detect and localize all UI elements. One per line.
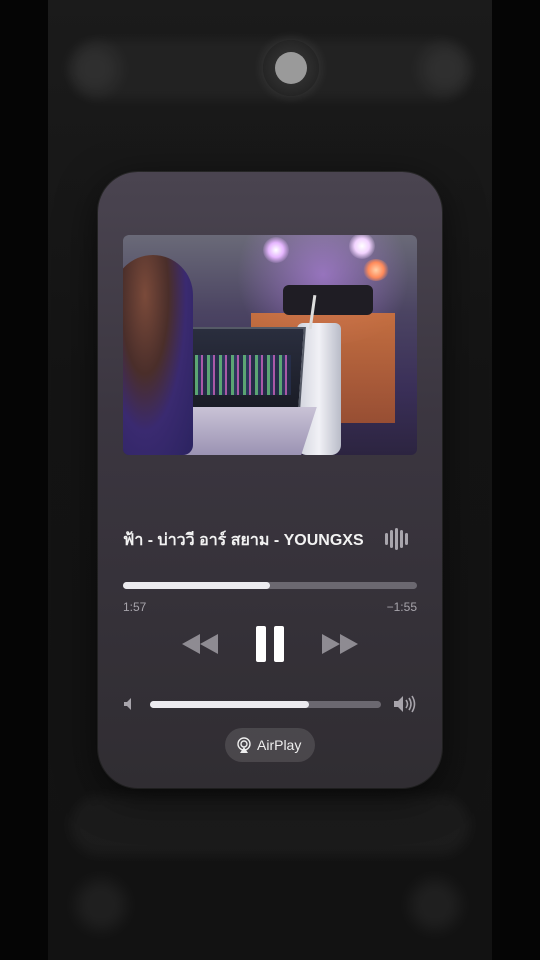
lock-screen: ฟ้า - บ่าววี อาร์ สยาม - YOUNGXS 1:57 −1… <box>0 0 540 960</box>
track-info: ฟ้า - บ่าววี อาร์ สยาม - YOUNGXS <box>123 526 417 554</box>
volume-level-fill <box>150 701 310 708</box>
artwork-lamp <box>263 237 289 263</box>
front-camera <box>275 52 307 84</box>
album-artwork[interactable] <box>123 235 417 455</box>
elapsed-time: 1:57 <box>123 600 147 614</box>
pause-button[interactable] <box>252 622 288 666</box>
playback-scrubber[interactable] <box>123 582 417 589</box>
artwork-laptop-screen <box>195 355 291 395</box>
airplay-icon <box>236 737 252 753</box>
speaker-low-icon <box>123 697 137 711</box>
track-title-text: ฟ้า - บ่าววี อาร์ สยาม - YOUNGXS <box>123 532 364 549</box>
blurred-flashlight-icon <box>76 880 126 930</box>
pause-icon <box>256 626 284 662</box>
artwork-person <box>123 255 193 455</box>
transport-controls <box>98 622 442 666</box>
volume-control <box>123 694 417 714</box>
airplay-button[interactable]: AirPlay <box>225 728 315 762</box>
blurred-camera-icon <box>410 880 460 930</box>
fast-forward-button[interactable] <box>318 622 362 666</box>
artwork-speaker <box>283 285 373 315</box>
blurred-icon <box>420 44 470 94</box>
rewind-icon <box>182 634 218 654</box>
track-title: ฟ้า - บ่าววี อาร์ สยาม - YOUNGXS <box>123 528 373 552</box>
blurred-bottom-row <box>70 795 470 855</box>
remaining-time: −1:55 <box>386 600 417 614</box>
volume-slider[interactable] <box>150 701 381 708</box>
fast-forward-icon <box>322 634 358 654</box>
waveform-icon <box>385 528 411 550</box>
blurred-icon <box>70 44 120 94</box>
airplay-label: AirPlay <box>257 737 302 753</box>
speaker-high-icon <box>393 695 417 713</box>
rewind-button[interactable] <box>178 622 222 666</box>
now-playing-card: ฟ้า - บ่าววี อาร์ สยาม - YOUNGXS 1:57 −1… <box>98 172 442 788</box>
playback-progress-fill <box>123 582 270 589</box>
artwork-lamp <box>363 259 389 281</box>
